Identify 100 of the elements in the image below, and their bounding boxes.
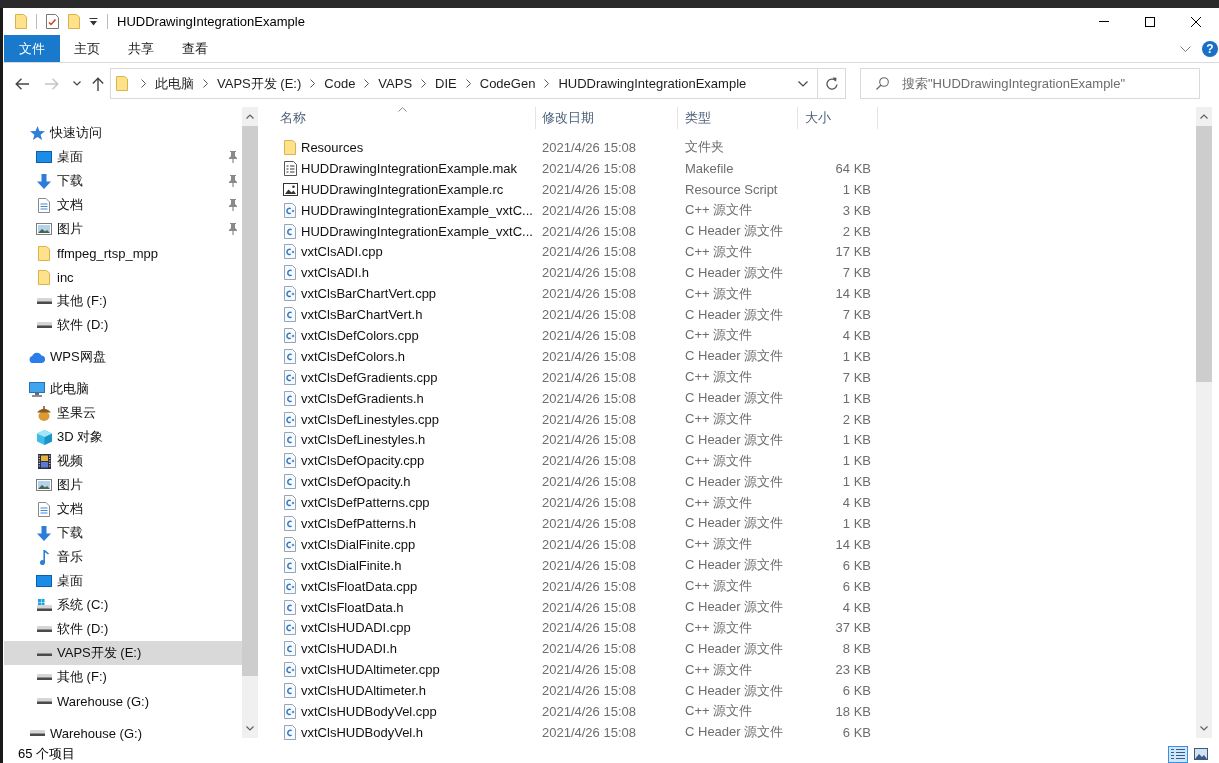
caret-down-icon[interactable] bbox=[1200, 726, 1208, 731]
file-row[interactable]: vxtClsDefPatterns.h 2021/4/26 15:08 C Header 源文件 1 KB bbox=[270, 513, 1196, 534]
drive-icon bbox=[36, 674, 52, 680]
sidebar-item[interactable]: 坚果云 bbox=[4, 401, 242, 425]
star-icon bbox=[29, 126, 45, 140]
chevron-right-icon[interactable] bbox=[421, 79, 427, 88]
file-row[interactable]: vxtClsDefColors.h 2021/4/26 15:08 C Header 源文件 1 KB bbox=[270, 345, 1196, 367]
pin-icon[interactable] bbox=[228, 175, 238, 187]
chevron-right-icon[interactable] bbox=[364, 79, 370, 88]
file-row[interactable]: vxtClsDefLinestyles.h 2021/4/26 15:08 C Header 源文件 1 KB bbox=[270, 429, 1196, 451]
help-button[interactable]: ? bbox=[1202, 40, 1218, 57]
search-field[interactable]: 搜索"HUDDrawingIntegrationExample" bbox=[860, 68, 1200, 99]
sidebar-item[interactable]: 视频 bbox=[4, 449, 242, 473]
file-row[interactable]: vxtClsDefPatterns.cpp 2021/4/26 15:08 C++ 源文件 4 KB bbox=[270, 492, 1196, 514]
caret-down-icon[interactable] bbox=[246, 726, 254, 731]
file-row[interactable]: vxtClsDefGradients.cpp 2021/4/26 15:08 C++ 源文件 7 KB bbox=[270, 366, 1196, 388]
breadcrumb[interactable]: VAPS开发 (E:) bbox=[213, 69, 306, 98]
chevron-right-icon[interactable] bbox=[465, 79, 471, 88]
ribbon-tab[interactable]: 共享 bbox=[114, 35, 168, 62]
breadcrumb[interactable]: 此电脑 bbox=[151, 69, 198, 98]
file-row[interactable]: vxtClsBarChartVert.h 2021/4/26 15:08 C Header 源文件 7 KB bbox=[270, 304, 1196, 325]
scrollbar[interactable] bbox=[1196, 107, 1212, 738]
file-row[interactable]: HUDDrawingIntegrationExample_vxtC... 2021/4/26 15:08 C Header 源文件 2 KB bbox=[270, 220, 1196, 242]
sidebar-item[interactable]: WPS网盘 bbox=[4, 345, 242, 369]
sidebar-item[interactable]: 桌面 bbox=[4, 569, 242, 593]
file-tab[interactable]: 文件 bbox=[4, 35, 60, 62]
column-header[interactable]: 名称 bbox=[270, 107, 536, 129]
sidebar-item[interactable]: 其他 (F:) bbox=[4, 665, 242, 689]
file-name: HUDDrawingIntegrationExample.rc bbox=[301, 181, 504, 197]
sidebar-item[interactable]: 快速访问 bbox=[4, 121, 242, 145]
file-row[interactable]: vxtClsADI.h 2021/4/26 15:08 C Header 源文件 7 KB bbox=[270, 262, 1196, 284]
sidebar-item[interactable]: 软件 (D:) bbox=[4, 617, 242, 641]
breadcrumb[interactable]: Code bbox=[320, 69, 360, 98]
chevron-right-icon[interactable] bbox=[310, 79, 316, 88]
caret-up-icon[interactable] bbox=[1200, 114, 1208, 119]
file-row[interactable]: vxtClsDefColors.cpp 2021/4/26 15:08 C++ 源文件 4 KB bbox=[270, 325, 1196, 346]
file-row[interactable]: vxtClsDefLinestyles.cpp 2021/4/26 15:08 C++ 源文件 2 KB bbox=[270, 408, 1196, 430]
file-row[interactable]: vxtClsFloatData.cpp 2021/4/26 15:08 C++ 源文件 6 KB bbox=[270, 575, 1196, 597]
scrollbar-thumb[interactable] bbox=[1196, 126, 1212, 382]
sidebar-item[interactable]: 图片 bbox=[4, 217, 242, 241]
sidebar-item[interactable]: Warehouse (G:) bbox=[4, 689, 242, 713]
breadcrumb[interactable]: VAPS bbox=[374, 69, 417, 98]
file-row[interactable]: HUDDrawingIntegrationExample.rc 2021/4/26 15:08 Resource Script 1 KB bbox=[270, 178, 1196, 200]
sidebar-item[interactable]: 下载 bbox=[4, 169, 242, 193]
sidebar-item[interactable]: Warehouse (G:) bbox=[4, 721, 242, 745]
sidebar-item[interactable]: 软件 (D:) bbox=[4, 313, 242, 337]
large-icons-view-button[interactable] bbox=[1191, 745, 1211, 763]
sidebar-item[interactable]: 此电脑 bbox=[4, 377, 242, 401]
breadcrumb[interactable]: DIE bbox=[431, 69, 461, 98]
sidebar-item[interactable]: 桌面 bbox=[4, 145, 242, 169]
c-file-icon bbox=[284, 432, 296, 448]
file-row[interactable]: Resources 2021/4/26 15:08 文件夹 bbox=[270, 137, 1196, 158]
caret-down-icon[interactable] bbox=[89, 17, 98, 26]
sidebar-item[interactable]: 3D 对象 bbox=[4, 425, 242, 449]
sidebar-item[interactable]: inc bbox=[4, 265, 242, 289]
pin-icon[interactable] bbox=[228, 199, 238, 211]
file-row[interactable]: vxtClsBarChartVert.cpp 2021/4/26 15:08 C++ 源文件 14 KB bbox=[270, 283, 1196, 305]
file-row[interactable]: vxtClsHUDADI.cpp 2021/4/26 15:08 C++ 源文件 37 KB bbox=[270, 617, 1196, 639]
c-plus-file-icon bbox=[284, 286, 296, 302]
file-row[interactable]: vxtClsHUDBodyVel.cpp 2021/4/26 15:08 C++ 源文件 18 KB bbox=[270, 701, 1196, 722]
file-row[interactable]: vxtClsHUDAltimeter.cpp 2021/4/26 15:08 C++ 源文件 23 KB bbox=[270, 659, 1196, 681]
chevron-right-icon[interactable] bbox=[141, 79, 146, 88]
breadcrumb[interactable]: CodeGen bbox=[475, 69, 540, 98]
caret-up-icon[interactable] bbox=[246, 114, 254, 119]
sidebar-item[interactable]: 音乐 bbox=[4, 545, 242, 569]
sidebar-item[interactable]: ffmpeg_rtsp_mpp bbox=[4, 241, 242, 265]
address-bar[interactable]: 此电脑 VAPS开发 (E:) Code VAPS DIE CodeGen HUDDrawingIntegrationExample bbox=[110, 68, 846, 99]
column-header[interactable]: 大小 bbox=[798, 107, 878, 129]
file-row[interactable]: vxtClsDefGradients.h 2021/4/26 15:08 C Header 源文件 1 KB bbox=[270, 387, 1196, 409]
file-row[interactable]: vxtClsHUDADI.h 2021/4/26 15:08 C Header 源文件 8 KB bbox=[270, 638, 1196, 660]
sidebar-item[interactable]: 系统 (C:) bbox=[4, 593, 242, 617]
file-row[interactable]: HUDDrawingIntegrationExample_vxtC... 2021/4/26 15:08 C++ 源文件 3 KB bbox=[270, 199, 1196, 221]
sidebar-item[interactable]: 下载 bbox=[4, 521, 242, 545]
chevron-down-icon[interactable] bbox=[1180, 45, 1191, 52]
file-row[interactable]: HUDDrawingIntegrationExample.mak 2021/4/26 15:08 Makefile 64 KB bbox=[270, 157, 1196, 179]
document-check-icon[interactable] bbox=[46, 14, 59, 29]
file-row[interactable]: vxtClsDefOpacity.h 2021/4/26 15:08 C Header 源文件 1 KB bbox=[270, 471, 1196, 493]
chevron-right-icon[interactable] bbox=[544, 79, 550, 88]
column-header[interactable]: 类型 bbox=[678, 107, 798, 129]
ribbon-tab[interactable]: 查看 bbox=[168, 35, 222, 62]
sidebar-item[interactable]: 文档 bbox=[4, 193, 242, 217]
ribbon-tab[interactable]: 主页 bbox=[60, 35, 114, 62]
breadcrumb[interactable]: HUDDrawingIntegrationExample bbox=[554, 69, 751, 98]
file-row[interactable]: vxtClsDialFinite.h 2021/4/26 15:08 C Header 源文件 6 KB bbox=[270, 554, 1196, 576]
sidebar-item[interactable]: 其他 (F:) bbox=[4, 289, 242, 313]
pin-icon[interactable] bbox=[228, 223, 238, 235]
pin-icon[interactable] bbox=[228, 151, 238, 163]
file-row[interactable]: vxtClsFloatData.h 2021/4/26 15:08 C Header 源文件 4 KB bbox=[270, 596, 1196, 618]
sidebar-item[interactable]: 文档 bbox=[4, 497, 242, 521]
file-row[interactable]: vxtClsDialFinite.cpp 2021/4/26 15:08 C++ 源文件 14 KB bbox=[270, 533, 1196, 555]
file-size: 1 KB bbox=[842, 453, 871, 469]
details-view-button[interactable] bbox=[1168, 745, 1188, 763]
chevron-right-icon[interactable] bbox=[203, 79, 208, 88]
column-header[interactable]: 修改日期 bbox=[536, 107, 678, 129]
sidebar-item[interactable]: 图片 bbox=[4, 473, 242, 497]
file-row[interactable]: vxtClsADI.cpp 2021/4/26 15:08 C++ 源文件 17 KB bbox=[270, 241, 1196, 263]
file-row[interactable]: vxtClsHUDBodyVel.h 2021/4/26 15:08 C Header 源文件 6 KB bbox=[270, 721, 1196, 743]
file-row[interactable]: vxtClsDefOpacity.cpp 2021/4/26 15:08 C++ 源文件 1 KB bbox=[270, 450, 1196, 472]
file-row[interactable]: vxtClsHUDAltimeter.h 2021/4/26 15:08 C Header 源文件 6 KB bbox=[270, 680, 1196, 702]
sidebar-item[interactable]: VAPS开发 (E:) bbox=[4, 641, 242, 665]
